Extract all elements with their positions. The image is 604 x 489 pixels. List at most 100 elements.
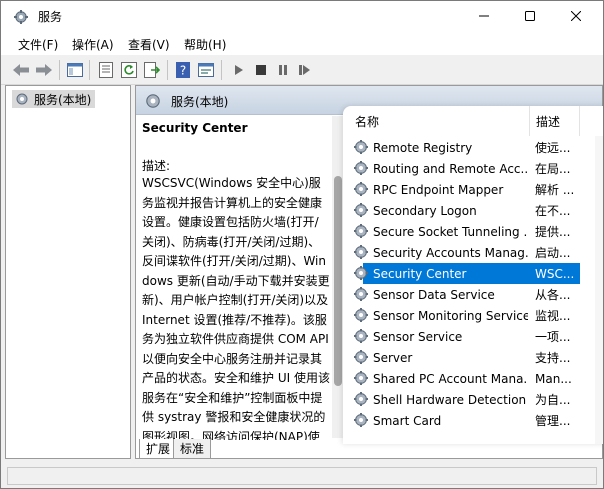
console-icon — [198, 63, 214, 77]
service-gear-icon — [354, 203, 368, 217]
toolbar-separator — [59, 60, 60, 80]
table-row[interactable]: Sensor Service 一项... — [343, 326, 583, 347]
service-description: 一项... — [535, 330, 571, 344]
services-list: 名称 描述 Remote Registry 使远... Routing and Re… — [343, 106, 603, 444]
service-description: 从各... — [535, 288, 571, 302]
table-row[interactable]: Routing and Remote Acc... 在局... — [343, 158, 583, 179]
service-name: Smart Card — [373, 413, 442, 428]
pause-service-button[interactable] — [273, 61, 293, 79]
menu-bar: 文件(F) 操作(A) 查看(V) 帮助(H) — [1, 33, 603, 55]
title-bar[interactable]: 服务 — [1, 1, 603, 33]
service-gear-icon — [354, 287, 368, 301]
scrollbar-thumb[interactable] — [334, 176, 342, 386]
back-button[interactable] — [11, 61, 31, 79]
menu-file[interactable]: 文件(F) — [18, 36, 58, 53]
show-tree-button[interactable] — [65, 61, 85, 79]
table-row[interactable]: Security Accounts Manag... 启动... — [343, 242, 583, 263]
service-name: Sensor Service — [373, 329, 463, 344]
menu-action[interactable]: 操作(A) — [72, 36, 114, 53]
service-description: 启动... — [535, 246, 571, 260]
table-row[interactable]: Server 支持... — [343, 347, 583, 368]
column-header-description[interactable]: 描述 — [529, 106, 579, 136]
service-description: 监视... — [535, 309, 571, 323]
table-row[interactable]: Secure Socket Tunneling ... 提供... — [343, 221, 583, 242]
service-description: 为自... — [535, 393, 571, 407]
window-title: 服务 — [38, 10, 63, 24]
maximize-icon — [525, 11, 535, 21]
description-text: WSCSVC(Windows 安全中心)服务监视并报告计算机上的安全健康设置。健… — [142, 176, 330, 440]
selected-service-title: Security Center — [142, 121, 248, 135]
pane-title: 服务(本地) — [171, 95, 229, 109]
forward-button[interactable] — [34, 61, 54, 79]
minimize-button[interactable] — [461, 1, 507, 31]
restart-icon — [299, 65, 310, 75]
service-gear-icon — [354, 371, 368, 385]
toolbar-separator — [221, 60, 222, 80]
properties-icon — [99, 62, 113, 78]
service-gear-icon — [354, 266, 368, 280]
column-header-status[interactable] — [579, 106, 603, 136]
service-name: Security Accounts Manag... — [373, 245, 528, 260]
close-button[interactable] — [553, 1, 599, 31]
table-row[interactable]: Remote Registry 使远... — [343, 137, 583, 158]
tab-standard[interactable]: 标准 — [173, 439, 212, 459]
tree-item-label: 服务(本地) — [34, 92, 92, 107]
toolbar: ? — [1, 55, 603, 85]
status-bar — [1, 463, 603, 488]
services-gear-icon — [146, 94, 160, 108]
service-description: 使远... — [535, 141, 571, 155]
services-app-icon — [14, 10, 28, 24]
refresh-button[interactable] — [119, 61, 139, 79]
menu-help[interactable]: 帮助(H) — [184, 36, 226, 53]
table-row[interactable]: Sensor Data Service 从各... — [343, 284, 583, 305]
table-row[interactable]: Sensor Monitoring Service 监视... — [343, 305, 583, 326]
service-gear-icon — [354, 245, 368, 259]
service-name: Secondary Logon — [373, 203, 477, 218]
column-header-name[interactable]: 名称 — [343, 106, 528, 136]
table-row[interactable]: Security Center WSC... — [354, 263, 580, 284]
maximize-button[interactable] — [507, 1, 553, 31]
list-scrollbar[interactable] — [595, 136, 603, 444]
stop-service-button[interactable] — [251, 61, 271, 79]
service-name: Sensor Data Service — [373, 287, 495, 302]
start-service-button[interactable] — [229, 61, 249, 79]
status-cell — [7, 467, 597, 485]
table-row[interactable]: Smart Card 管理... — [343, 410, 583, 431]
service-gear-icon — [354, 224, 368, 238]
console-button[interactable] — [196, 61, 216, 79]
pause-icon — [279, 65, 287, 75]
svg-text:?: ? — [180, 64, 186, 78]
service-name: Secure Socket Tunneling ... — [373, 224, 528, 239]
service-gear-icon — [354, 392, 368, 406]
export-icon — [144, 62, 160, 78]
service-description: 管理... — [535, 414, 571, 428]
back-icon — [13, 64, 29, 76]
table-row[interactable]: Shared PC Account Mana... Man... — [343, 368, 583, 389]
service-gear-icon — [354, 413, 368, 427]
service-name: RPC Endpoint Mapper — [373, 182, 504, 197]
table-row[interactable]: Shell Hardware Detection 为自... — [343, 389, 583, 410]
service-name: Sensor Monitoring Service — [373, 308, 528, 323]
service-name: Security Center — [373, 266, 467, 281]
restart-service-button[interactable] — [295, 61, 315, 79]
show-tree-icon — [67, 63, 83, 77]
service-gear-icon — [354, 350, 368, 364]
service-name: Shared PC Account Mana... — [373, 371, 528, 386]
service-description: 提供... — [535, 225, 571, 239]
service-name: Remote Registry — [373, 140, 473, 155]
tab-extended[interactable]: 扩展 — [139, 439, 178, 459]
properties-button[interactable] — [96, 61, 116, 79]
table-row[interactable]: Secondary Logon 在不... — [343, 200, 583, 221]
service-description: 在局... — [535, 162, 571, 176]
toolbar-separator — [89, 60, 90, 80]
tree-item-services-local[interactable]: 服务(本地) — [12, 90, 96, 108]
export-button[interactable] — [142, 61, 162, 79]
help-button[interactable]: ? — [173, 61, 193, 79]
close-icon — [571, 11, 581, 21]
service-name: Routing and Remote Acc... — [373, 161, 528, 176]
table-row[interactable]: RPC Endpoint Mapper 解析 ... — [343, 179, 583, 200]
service-gear-icon — [354, 329, 368, 343]
description-label: 描述: — [142, 159, 171, 173]
menu-view[interactable]: 查看(V) — [128, 36, 170, 53]
service-name: Shell Hardware Detection — [373, 392, 527, 407]
